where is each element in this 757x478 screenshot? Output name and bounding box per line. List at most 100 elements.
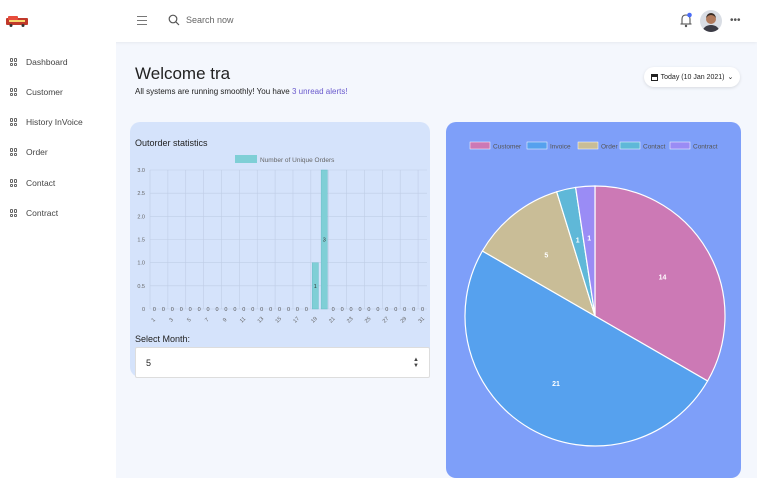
x-tick-label: 29 <box>400 316 409 325</box>
x-tick-label: 3 <box>168 317 174 323</box>
date-picker-button[interactable]: Today (10 Jan 2021) ⌄ <box>644 67 740 87</box>
grid-icon <box>10 88 18 96</box>
sidebar-item-label: Contact <box>26 178 56 188</box>
bar-value-label: 0 <box>189 307 192 313</box>
bar-value-label: 0 <box>385 307 388 313</box>
bar-value-label: 0 <box>269 307 272 313</box>
x-tick-label: 31 <box>418 316 427 325</box>
search-bar[interactable]: Search now <box>168 14 234 26</box>
more-options-icon[interactable]: ••• <box>730 15 741 26</box>
bar-value-label: 0 <box>278 307 281 313</box>
sidebar-item-label: History InVoice <box>26 117 83 127</box>
x-tick-label: 9 <box>222 317 228 323</box>
calendar-icon <box>650 73 658 81</box>
sidebar-item-order[interactable]: Order <box>10 147 48 157</box>
x-tick-label: 7 <box>204 317 210 323</box>
distribution-pie-chart: Customer Invoice Order Contact Contract 14 21 5… <box>464 141 726 447</box>
sidebar-item-label: Contract <box>26 208 59 218</box>
x-tick-label: 21 <box>328 316 337 325</box>
month-select[interactable]: 5 ▲ ▼ <box>135 347 430 378</box>
x-tick-label: 15 <box>275 316 284 325</box>
x-tick-label: 23 <box>346 316 355 325</box>
bar-value-label: 0 <box>215 307 218 313</box>
bar-value-label: 3 <box>323 238 326 244</box>
bar-value-label: 1 <box>314 284 317 290</box>
sidebar-item-history-invoice[interactable]: History InVoice <box>10 117 83 127</box>
legend-label: Contact <box>643 144 666 151</box>
order-statistics-card: Number of Unique Orders 3.0 2.5 2.0 1.5 1.0 0.… <box>130 122 430 378</box>
bar-value-label: 0 <box>242 307 245 313</box>
select-month-label: Select Month: <box>135 334 191 344</box>
bar-value-label: 0 <box>403 307 406 313</box>
x-tick-label: 19 <box>310 316 319 325</box>
legend-label: Order <box>601 144 618 151</box>
sidebar-item-contract[interactable]: Contract <box>10 208 58 218</box>
sidebar-item-label: Customer <box>26 87 63 97</box>
search-input[interactable]: Search now <box>186 15 234 25</box>
y-tick-label: 3.0 <box>137 168 145 174</box>
bell-icon[interactable] <box>679 12 693 28</box>
y-tick-label: 2.5 <box>137 191 145 197</box>
grid-icon <box>10 179 18 187</box>
pie-value-label: 5 <box>544 253 548 260</box>
y-tick-label: 0 <box>142 307 145 313</box>
x-tick-label: 1 <box>151 317 157 323</box>
sidebar-item-label: Order <box>26 147 48 157</box>
sidebar-item-customer[interactable]: Customer <box>10 87 63 97</box>
y-tick-label: 1.0 <box>137 261 145 267</box>
bar-value-label: 0 <box>421 307 424 313</box>
unread-alerts-link[interactable]: 3 unread alerts! <box>292 87 348 96</box>
legend-swatch <box>469 141 491 150</box>
menu-toggle-icon[interactable] <box>137 16 147 28</box>
bar-value-label: 0 <box>153 307 156 313</box>
legend-swatch <box>526 141 548 150</box>
y-tick-label: 2.0 <box>137 214 145 220</box>
bar-value-label: 0 <box>350 307 353 313</box>
bar-value-label: 0 <box>287 307 290 313</box>
x-tick-label: 17 <box>292 316 301 325</box>
legend-label: Contract <box>693 144 718 151</box>
legend-swatch <box>235 155 257 163</box>
avatar[interactable] <box>700 10 722 32</box>
pie-value-label: 1 <box>576 237 580 244</box>
bar-value-label: 0 <box>296 307 299 313</box>
x-tick-label: 27 <box>382 316 391 325</box>
select-arrows-icon: ▲ ▼ <box>413 356 419 369</box>
bar-value-label: 0 <box>412 307 415 313</box>
grid-icon <box>10 58 18 66</box>
bar-value-label: 0 <box>367 307 370 313</box>
x-tick-label: 5 <box>186 317 192 323</box>
top-bar: Search now ••• <box>0 0 757 42</box>
pie-value-label: 14 <box>659 275 667 282</box>
pie-value-label: 21 <box>552 381 560 388</box>
order-bar-chart: Number of Unique Orders 3.0 2.5 2.0 1.5 1.0 0.… <box>137 155 427 325</box>
x-tick-label: 25 <box>364 316 373 325</box>
bar-value-label: 0 <box>394 307 397 313</box>
sidebar-item-dashboard[interactable]: Dashboard <box>10 57 68 67</box>
y-tick-label: 1.5 <box>137 238 145 244</box>
x-tick-label: 13 <box>257 316 266 325</box>
page-title: Welcome tra <box>135 64 231 83</box>
status-text: All systems are running smoothly! You ha… <box>135 87 292 96</box>
bar-value-label: 0 <box>198 307 201 313</box>
bar-value-label: 0 <box>162 307 165 313</box>
chevron-down-icon: ⌄ <box>727 74 734 81</box>
grid-icon <box>10 118 18 126</box>
status-message: All systems are running smoothly! You ha… <box>135 87 348 96</box>
grid-icon <box>10 209 18 217</box>
bar-value-label: 0 <box>260 307 263 313</box>
sidebar-item-contact[interactable]: Contact <box>10 178 55 188</box>
bar-value-label: 0 <box>358 307 361 313</box>
distribution-pie-card: Customer Invoice Order Contact Contract 14 21 5… <box>446 122 741 478</box>
legend-label: Invoice <box>550 144 571 151</box>
bar-value-label: 0 <box>180 307 183 313</box>
brand-logo-icon[interactable] <box>6 15 28 27</box>
search-icon[interactable] <box>168 14 180 26</box>
bar-value-label: 0 <box>233 307 236 313</box>
date-label: Today (10 Jan 2021) <box>660 73 725 81</box>
legend-label: Number of Unique Orders <box>260 157 335 164</box>
bar-value-label: 0 <box>332 307 335 313</box>
sidebar: Dashboard Customer History InVoice Order… <box>0 42 116 478</box>
chart-title: Outorder statistics <box>135 138 208 148</box>
month-select-value: 5 <box>146 357 152 368</box>
